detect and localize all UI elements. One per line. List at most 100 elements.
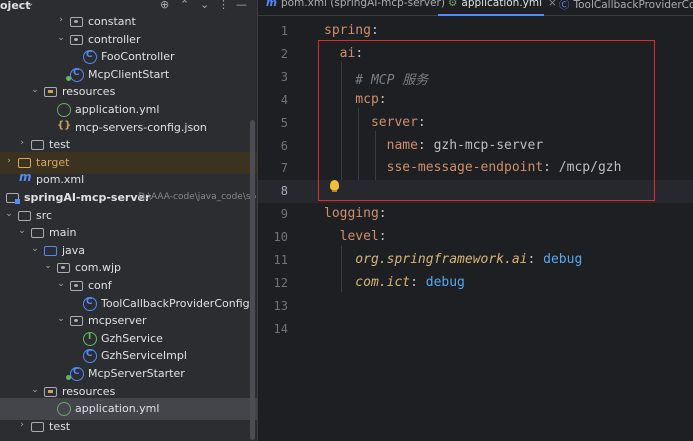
code-line[interactable]: 9 logging:: [258, 203, 693, 226]
tree-item-label: resources: [62, 85, 116, 99]
code-area[interactable]: 1 spring: 2 ai: 3 # MCP 服务 4 mcp: 5 server: 6 …: [258, 16, 693, 441]
lightbulb-icon[interactable]: [330, 180, 339, 192]
tree-item-label: com.wjp: [75, 261, 122, 275]
tree-item-label: McpClientStart: [88, 67, 170, 81]
resources-folder-icon: [44, 386, 57, 397]
package-icon: [57, 263, 70, 274]
code-line[interactable]: 14: [258, 318, 693, 341]
tree-item-label: mcp-servers-config.json: [75, 120, 207, 134]
chevron-down-icon[interactable]: ⌄: [43, 261, 53, 271]
code-token: com.ict: [324, 274, 411, 290]
expand-all-icon[interactable]: ⌃: [180, 0, 189, 11]
code-token: :: [370, 23, 379, 38]
code-line[interactable]: 13: [258, 295, 693, 318]
line-number: 13: [273, 298, 288, 313]
runnable-class-icon: [66, 67, 84, 82]
package-icon: [70, 316, 83, 327]
tree-item-label: main: [49, 226, 77, 240]
more-options-icon[interactable]: ⋮: [218, 0, 229, 11]
chevron-down-icon[interactable]: ⌄: [56, 33, 66, 43]
tab-toolcallbackproviderconfig[interactable]: ⒸToolCallbackProviderConfig: [559, 0, 693, 15]
line-number: 10: [273, 230, 288, 245]
code-line[interactable]: 10 level:: [258, 226, 693, 249]
code-token: org.springframework.ai: [324, 252, 528, 267]
folder-icon: [31, 228, 44, 239]
chevron-down-icon[interactable]: ⌄: [4, 209, 14, 219]
resources-folder-icon: [44, 87, 57, 98]
folder-icon: [18, 157, 31, 168]
code-token: :: [410, 274, 426, 290]
folder-icon: [31, 140, 44, 151]
tree-item-label: ToolCallbackProviderConfig: [101, 296, 250, 310]
tree-item-label: GzhServiceImpl: [101, 349, 187, 363]
chevron-right-icon[interactable]: ›: [17, 420, 27, 430]
line-number: 9: [280, 207, 288, 222]
line-number: 8: [280, 184, 288, 199]
editor: m pom.xml (springAI-mcp-server) ⚙ applicat…: [257, 0, 693, 441]
tab-label: pom.xml (springAI-mcp-server): [280, 0, 445, 9]
code-text: spring:: [324, 23, 379, 38]
collapse-all-icon[interactable]: ⌄: [200, 0, 209, 11]
class-icon: [83, 50, 97, 65]
package-icon: [70, 17, 83, 27]
tree-item-label: constant: [88, 15, 136, 28]
chevron-down-icon[interactable]: ⌄: [30, 244, 40, 254]
highlight-box: [318, 40, 655, 201]
target-icon[interactable]: ⊕: [160, 0, 169, 11]
chevron-down-icon[interactable]: ⌄: [56, 279, 66, 289]
minimize-icon[interactable]: —: [236, 0, 247, 11]
tree-item-label: target: [36, 155, 70, 169]
tree-item-label: java: [62, 243, 86, 257]
project-panel: oject ⌄ ⊕ ⌃ ⌄ ⋮ — ›constant⌄controllerFo…: [0, 0, 257, 441]
chevron-down-icon[interactable]: ⌄: [30, 385, 40, 395]
code-line[interactable]: 11 org.springframework.ai: debug: [258, 249, 693, 272]
chevron-down-icon[interactable]: ⌄: [56, 314, 66, 324]
chevron-down-icon[interactable]: ⌄: [30, 85, 40, 95]
tree-item-label: application.yml: [75, 402, 160, 416]
class-icon: Ⓒ: [559, 0, 570, 11]
tree-item-label: springAI-mcp-server: [24, 191, 151, 204]
chevron-down-icon[interactable]: ⌄: [17, 226, 27, 236]
tree-item-label: GzhService: [101, 331, 163, 345]
close-icon[interactable]: ×: [548, 0, 557, 9]
source-folder-icon: [44, 245, 57, 256]
module-path: D:\AAA-code\java_code\springAI: [138, 192, 257, 202]
code-token: spring: [324, 23, 371, 38]
tab-application-yml[interactable]: ⚙ application.yml ×: [448, 0, 557, 15]
json-file-icon: [57, 120, 71, 135]
line-number: 1: [280, 24, 288, 38]
code-token: :: [378, 206, 387, 222]
code-token: :: [527, 252, 544, 267]
tab-pom-xml[interactable]: m pom.xml (springAI-mcp-server): [266, 0, 445, 15]
chevron-right-icon[interactable]: ›: [56, 15, 66, 25]
chevron-right-icon[interactable]: ›: [17, 138, 27, 148]
tree-item-label: FooController: [101, 50, 175, 64]
maven-icon: [18, 170, 32, 187]
line-number: 7: [280, 161, 288, 176]
line-number: 14: [273, 321, 288, 336]
line-number: 11: [273, 253, 288, 267]
folder-icon: [31, 421, 44, 432]
class-icon: [83, 349, 97, 364]
code-text: com.ict: debug: [324, 275, 465, 290]
code-text: level:: [324, 229, 387, 244]
chevron-down-icon[interactable]: ⌄: [0, 191, 2, 201]
scrollbar[interactable]: [250, 120, 255, 440]
tab-label: application.yml: [461, 0, 543, 9]
tree-item-label: test: [49, 419, 71, 433]
tree-item-label: mcpserver: [88, 314, 147, 328]
yaml-file-icon: [57, 103, 71, 117]
folder-icon: [18, 210, 31, 221]
code-token: :: [378, 229, 387, 245]
tree-item-label: controller: [88, 32, 141, 46]
class-icon: [83, 296, 97, 311]
package-icon: [70, 34, 83, 45]
chevron-down-icon[interactable]: ⌄: [26, 0, 34, 9]
line-number: 4: [280, 92, 288, 107]
code-token: debug: [543, 252, 583, 267]
interface-icon: [83, 331, 97, 346]
code-line[interactable]: 12 com.ict: debug: [258, 272, 693, 295]
module-icon: [6, 193, 20, 204]
chevron-right-icon[interactable]: ›: [4, 156, 14, 166]
tree-item[interactable]: › test: [0, 416, 257, 438]
